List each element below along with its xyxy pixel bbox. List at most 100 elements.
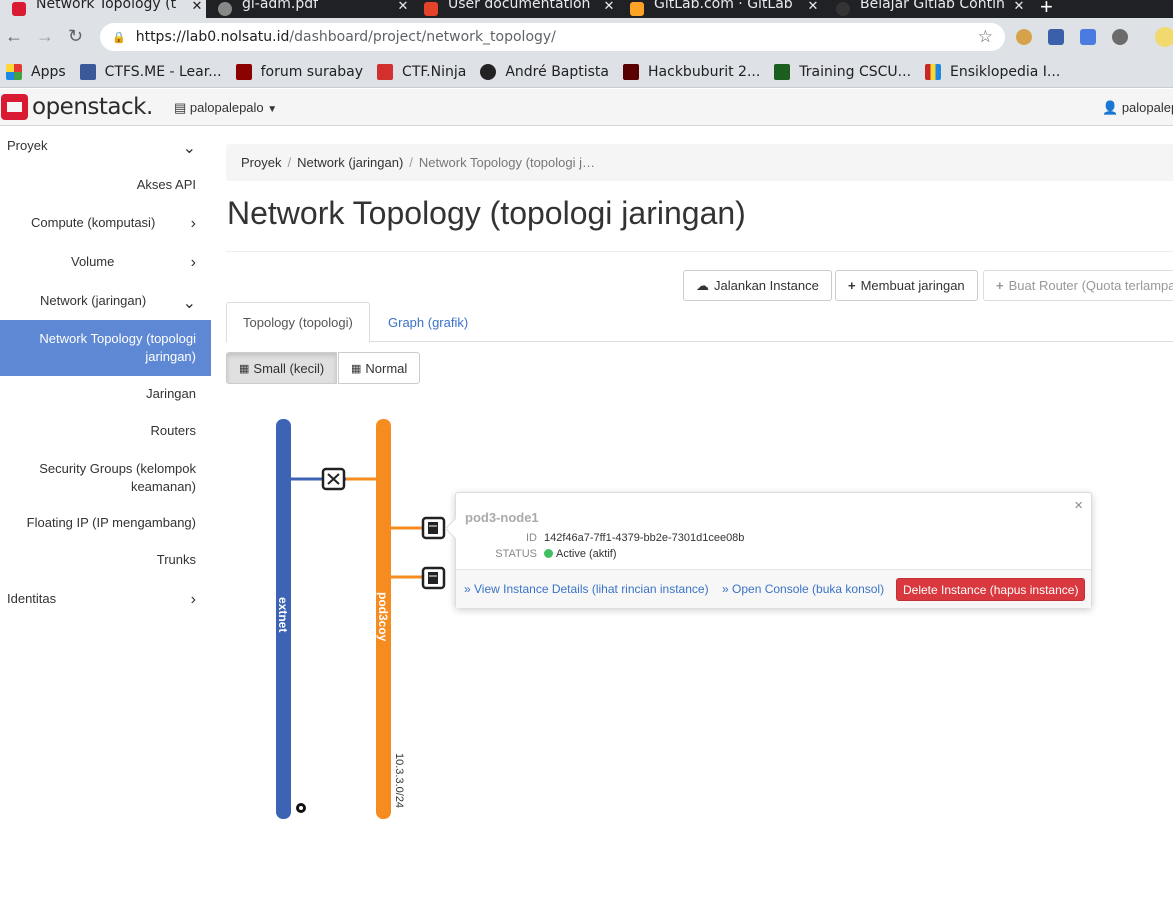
launch-instance-button[interactable]: ☁ Jalankan Instance xyxy=(683,270,832,301)
sidebar-item-volume[interactable]: Volume › xyxy=(0,254,211,271)
sidebar-item-label: Routers xyxy=(150,423,196,438)
sidebar-item-trunks[interactable]: Trunks xyxy=(0,552,211,567)
network-name-pod3coy: pod3coy xyxy=(376,592,390,642)
breadcrumb-network[interactable]: Network (jaringan) xyxy=(297,155,403,170)
sidebar-item-compute[interactable]: Compute (komputasi) › xyxy=(0,215,211,232)
sidebar-item-floating-ip[interactable]: Floating IP (IP mengambang) xyxy=(0,515,211,530)
chevron-right-icon: › xyxy=(190,254,196,271)
url-path: /dashboard/project/network_topology/ xyxy=(289,29,556,45)
project-selector[interactable]: ▤ palopalepalo ▼ xyxy=(174,100,277,116)
browser-tab-gitlab[interactable]: GitLab.com · GitLab ✕ xyxy=(620,0,822,18)
close-tab-icon[interactable]: ✕ xyxy=(600,0,618,14)
browser-tab-gl-adm[interactable]: gl-adm.pdf ✕ xyxy=(208,0,412,18)
sidebar-item-proyek[interactable]: Proyek ⌄ xyxy=(0,138,211,157)
gitlab-favicon-icon xyxy=(630,2,644,16)
extension-icon[interactable] xyxy=(1112,29,1128,45)
tab-topology[interactable]: Topology (topologi) xyxy=(226,302,370,343)
small-view-button[interactable]: ▦ Small (kecil) xyxy=(226,352,338,384)
bookmark-ensiklopedia[interactable]: Ensiklopedia I... xyxy=(925,63,1061,80)
openstack-logo[interactable]: openstack. xyxy=(1,94,153,120)
sidebar-item-network[interactable]: Network (jaringan) ⌄ xyxy=(0,293,211,312)
instance-icon-pod3-node1[interactable] xyxy=(421,516,446,540)
forward-arrow-icon[interactable]: → xyxy=(36,26,54,47)
translate-extension-icon[interactable] xyxy=(1080,29,1096,45)
page-title: Network Topology (topologi jaringan) xyxy=(227,195,746,231)
delete-instance-button[interactable]: Delete Instance (hapus instance) xyxy=(896,578,1086,601)
sidebar-item-label: Jaringan xyxy=(146,386,196,401)
user-menu[interactable]: 👤 palopalepalo xyxy=(1102,100,1173,116)
sidebar-item-label: Network (jaringan) xyxy=(40,293,147,308)
bookmark-hackbuburit[interactable]: Hackbuburit 2... xyxy=(623,63,760,80)
bookmark-favicon-icon xyxy=(480,63,497,80)
instance-icon[interactable] xyxy=(421,566,446,590)
bookmark-andre-baptista[interactable]: André Baptista xyxy=(480,63,610,80)
normal-view-button[interactable]: ▦ Normal xyxy=(338,352,421,384)
new-tab-plus-icon[interactable]: + xyxy=(1040,0,1053,18)
bookmarks-bar: Apps CTFS.ME - Lear... forum surabay CTF… xyxy=(0,56,1173,88)
view-instance-details-link[interactable]: » View Instance Details (lihat rincian i… xyxy=(464,582,709,596)
caret-down-icon: ▼ xyxy=(267,104,278,115)
instance-status-label: STATUS xyxy=(495,548,537,560)
cookie-extension-icon[interactable] xyxy=(1016,29,1032,45)
bookmark-label: Training CSCU... xyxy=(799,63,912,80)
bookmark-training-cscu[interactable]: Training CSCU... xyxy=(774,63,912,80)
tab-graph[interactable]: Graph (grafik) xyxy=(372,302,484,342)
open-console-link[interactable]: » Open Console (buka konsol) xyxy=(722,582,884,596)
bookmark-label: Ensiklopedia I... xyxy=(950,63,1061,80)
browser-tab-network-topology[interactable]: Network Topology (t ✕ xyxy=(0,0,206,18)
chevron-down-icon: ⌄ xyxy=(182,140,196,157)
sidebar-item-label: Proyek xyxy=(7,138,48,153)
button-label: Small (kecil) xyxy=(253,360,325,376)
bookmark-favicon-icon xyxy=(623,63,640,80)
bookmark-ctfs[interactable]: CTFS.ME - Lear... xyxy=(79,63,222,80)
tab-title: User documentation xyxy=(448,0,591,12)
close-icon[interactable]: × xyxy=(1074,497,1083,514)
create-network-button[interactable]: + Membuat jaringan xyxy=(835,270,978,301)
sidebar-item-jaringan[interactable]: Jaringan xyxy=(0,386,211,401)
sidebar-item-identitas[interactable]: Identitas › xyxy=(0,591,211,608)
address-bar[interactable]: 🔒 https://lab0.nolsatu.id/dashboard/proj… xyxy=(100,23,1005,51)
cloud-upload-icon: ☁ xyxy=(696,277,709,293)
sidebar-item-routers[interactable]: Routers xyxy=(0,423,211,438)
sidebar-item-akses-api[interactable]: Akses API xyxy=(0,177,211,192)
close-tab-icon[interactable]: ✕ xyxy=(804,0,822,14)
chevron-down-icon: ⌄ xyxy=(182,295,196,312)
tab-title: Network Topology (t xyxy=(36,0,177,12)
reload-icon[interactable]: ↻ xyxy=(68,26,83,47)
instance-popover: pod3-node1 × ID 142f46a7-7ff1-4379-bb2e-… xyxy=(455,492,1092,608)
sidebar-item-network-topology[interactable]: Network Topology (topologi jaringan) xyxy=(0,320,211,376)
title-divider xyxy=(226,251,1173,252)
status-text: Active (aktif) xyxy=(556,548,617,560)
browser-tab-user-documentation[interactable]: User documentation ✕ xyxy=(414,0,618,18)
bookmark-forum-surabay[interactable]: forum surabay xyxy=(235,63,363,80)
browser-tab-belajar-gitlab[interactable]: Belajar Gitlab Contin ✕ xyxy=(824,0,1028,18)
bookmark-favicon-icon xyxy=(235,63,252,80)
router-icon[interactable] xyxy=(321,467,346,491)
breadcrumb-separator: / xyxy=(409,155,413,170)
breadcrumb-proyek[interactable]: Proyek xyxy=(241,155,281,170)
create-router-button[interactable]: + Buat Router (Quota terlampau xyxy=(983,270,1173,301)
close-tab-icon[interactable]: ✕ xyxy=(394,0,412,14)
sidebar-item-security-groups[interactable]: Security Groups (kelompok keamanan) xyxy=(0,460,211,496)
tab-title: GitLab.com · GitLab xyxy=(654,0,793,12)
close-tab-icon[interactable]: ✕ xyxy=(1010,0,1028,14)
grid-large-icon: ▦ xyxy=(351,362,362,375)
bookmark-favicon-icon xyxy=(925,63,942,80)
tab-label: Topology (topologi) xyxy=(243,315,353,330)
bookmark-label: CTF.Ninja xyxy=(402,63,467,80)
chevron-right-icon: › xyxy=(190,591,196,608)
sidebar-item-label: Akses API xyxy=(136,177,196,192)
bookmark-favicon-icon xyxy=(774,63,791,80)
back-arrow-icon[interactable]: ← xyxy=(5,26,23,47)
tab-label: Graph (grafik) xyxy=(388,314,469,330)
sidebar-item-label: Compute (komputasi) xyxy=(31,215,156,230)
project-icon: ▤ xyxy=(174,100,187,115)
bookmark-star-icon[interactable]: ☆ xyxy=(978,27,993,47)
bookmark-label: André Baptista xyxy=(505,63,610,80)
close-tab-icon[interactable]: ✕ xyxy=(188,0,206,14)
profile-avatar[interactable] xyxy=(1155,27,1173,47)
bookmark-ctf-ninja[interactable]: CTF.Ninja xyxy=(377,63,467,80)
bookmark-apps[interactable]: Apps xyxy=(6,63,66,80)
network-subnet-pod3coy: 10.3.3.0/24 xyxy=(393,753,405,808)
extension-icon[interactable] xyxy=(1048,29,1064,45)
